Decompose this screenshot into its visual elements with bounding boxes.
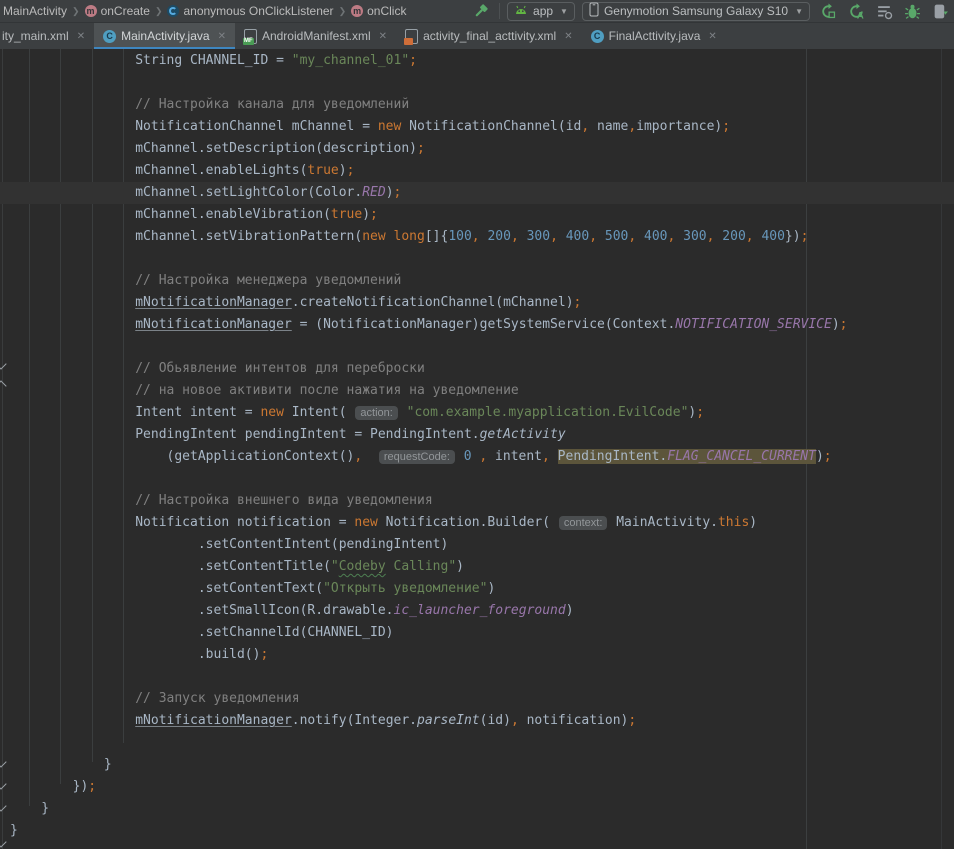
breadcrumb-item-anonymous-onclicklistener[interactable]: anonymous OnClickListener <box>167 4 333 18</box>
tab-ity-main-xml[interactable]: ity_main.xml ✕ <box>0 23 94 49</box>
method-icon: m <box>85 5 97 17</box>
toolbar-right: app ▼ Genymotion Samsung Galaxy S10 ▼ A <box>470 1 954 21</box>
code-line: Notification notification = new Notifica… <box>0 512 954 534</box>
close-icon[interactable]: ✕ <box>77 31 85 42</box>
code-line: .setContentIntent(pendingIntent) <box>0 534 954 556</box>
tab-androidmanifest-xml[interactable]: MF AndroidManifest.xml ✕ <box>235 23 396 49</box>
breadcrumb-label: MainActivity <box>3 4 67 18</box>
phone-icon <box>589 2 599 20</box>
java-class-icon: C <box>103 30 116 43</box>
java-class-icon: C <box>591 30 604 43</box>
code-line: (getApplicationContext(), requestCode: 0… <box>0 446 954 468</box>
code-line: } <box>0 798 954 820</box>
close-icon[interactable]: ✕ <box>379 31 387 42</box>
close-icon[interactable]: ✕ <box>708 31 716 42</box>
anonymous-class-icon <box>167 5 179 17</box>
parameter-hint: context: <box>559 516 608 530</box>
device-label: Genymotion Samsung Galaxy S10 <box>604 4 788 18</box>
run-action-icons: A <box>817 1 951 21</box>
breadcrumb-item-oncreate[interactable]: m onCreate <box>85 4 150 18</box>
code-line: NotificationChannel mChannel = new Notif… <box>0 116 954 138</box>
code-line: mNotificationManager = (NotificationMana… <box>0 314 954 336</box>
code-line <box>0 732 954 754</box>
tab-bar: ity_main.xml ✕ C MainActivity.java ✕ MF Androi… <box>0 23 954 50</box>
code-line: PendingIntent pendingIntent = PendingInt… <box>0 424 954 446</box>
code-line: // Настройка канала для уведомлений <box>0 94 954 116</box>
code-line: // на новое активити после нажатия на ув… <box>0 380 954 402</box>
code-line: // Настройка менеджера уведомлений <box>0 270 954 292</box>
navigation-toolbar: MainActivity ❯ m onCreate ❯ anonymous OnClick… <box>0 0 954 23</box>
apply-code-changes-icon[interactable]: A <box>845 1 867 21</box>
breadcrumb-separator: ❯ <box>339 6 347 17</box>
code-line: // Обьявление интентов для переброски <box>0 358 954 380</box>
code-line: } <box>0 754 954 776</box>
layout-xml-file-icon <box>405 29 418 44</box>
device-select[interactable]: Genymotion Samsung Galaxy S10 ▼ <box>582 2 810 21</box>
tab-label: MainActivity.java <box>121 29 209 43</box>
code-line: } <box>0 820 954 842</box>
code-line: String CHANNEL_ID = "my_channel_01"; <box>0 50 954 72</box>
tab-label: AndroidManifest.xml <box>262 29 371 43</box>
editor[interactable]: String CHANNEL_ID = "my_channel_01"; // … <box>0 49 954 849</box>
close-icon[interactable]: ✕ <box>218 31 226 42</box>
breadcrumb-separator: ❯ <box>72 6 80 17</box>
profiler-icon[interactable] <box>873 1 895 21</box>
ide-window: MainActivity ❯ m onCreate ❯ anonymous OnClick… <box>0 0 954 849</box>
breadcrumb-item-onclick[interactable]: m onClick <box>351 4 406 18</box>
breadcrumb-label: onClick <box>367 4 406 18</box>
code-line: .setContentTitle("Codeby Calling") <box>0 556 954 578</box>
parameter-hint: requestCode: <box>379 450 455 464</box>
method-icon: m <box>351 5 363 17</box>
code-line: mChannel.enableLights(true); <box>0 160 954 182</box>
breadcrumb-label: onCreate <box>101 4 150 18</box>
attach-device-icon[interactable] <box>929 1 951 21</box>
code-line: mChannel.enableVibration(true); <box>0 204 954 226</box>
tab-label: FinalActtivity.java <box>609 29 701 43</box>
run-configuration-label: app <box>533 4 553 18</box>
android-icon <box>514 4 528 18</box>
chevron-down-icon: ▼ <box>795 7 803 16</box>
code-line: // Настройка внешнего вида уведомления <box>0 490 954 512</box>
build-hammer-icon[interactable] <box>470 1 492 21</box>
breadcrumb-separator: ❯ <box>155 6 163 17</box>
breadcrumb-label: anonymous OnClickListener <box>183 4 333 18</box>
breadcrumb-item-mainactivity[interactable]: MainActivity <box>3 4 67 18</box>
rerun-icon[interactable] <box>817 1 839 21</box>
code-line: mChannel.setLightColor(Color.RED); <box>0 182 954 204</box>
debug-icon[interactable] <box>901 1 923 21</box>
chevron-down-icon: ▼ <box>560 7 568 16</box>
code-line: .setChannelId(CHANNEL_ID) <box>0 622 954 644</box>
code-line: mChannel.setVibrationPattern(new long[]{… <box>0 226 954 248</box>
code-line: Intent intent = new Intent( action: "com… <box>0 402 954 424</box>
toolbar-divider <box>499 3 500 19</box>
code-line <box>0 72 954 94</box>
run-configuration-select[interactable]: app ▼ <box>507 2 575 21</box>
code-line: mNotificationManager.createNotificationC… <box>0 292 954 314</box>
tab-label: activity_final_acttivity.xml <box>423 29 556 43</box>
tab-label: ity_main.xml <box>2 29 69 43</box>
code-line: .setContentText("Открыть уведомление") <box>0 578 954 600</box>
tab-finalacttivity-java[interactable]: C FinalActtivity.java ✕ <box>582 23 726 49</box>
tab-activity-final-acttivity-xml[interactable]: activity_final_acttivity.xml ✕ <box>396 23 582 49</box>
code-line: mNotificationManager.notify(Integer.pars… <box>0 710 954 732</box>
code-line: .setSmallIcon(R.drawable.ic_launcher_for… <box>0 600 954 622</box>
code-line: // Запуск уведомления <box>0 688 954 710</box>
code-line: }); <box>0 776 954 798</box>
code-area: String CHANNEL_ID = "my_channel_01"; // … <box>0 49 954 842</box>
parameter-hint: action: <box>355 406 397 420</box>
code-line <box>0 468 954 490</box>
close-icon[interactable]: ✕ <box>564 31 572 42</box>
code-line: mChannel.setDescription(description); <box>0 138 954 160</box>
code-line: .build(); <box>0 644 954 666</box>
breadcrumb: MainActivity ❯ m onCreate ❯ anonymous OnClick… <box>0 4 406 18</box>
manifest-file-icon: MF <box>244 29 257 44</box>
code-line <box>0 336 954 358</box>
tab-mainactivity-java[interactable]: C MainActivity.java ✕ <box>94 23 235 49</box>
svg-text:A: A <box>856 10 863 20</box>
code-line <box>0 248 954 270</box>
code-line <box>0 666 954 688</box>
